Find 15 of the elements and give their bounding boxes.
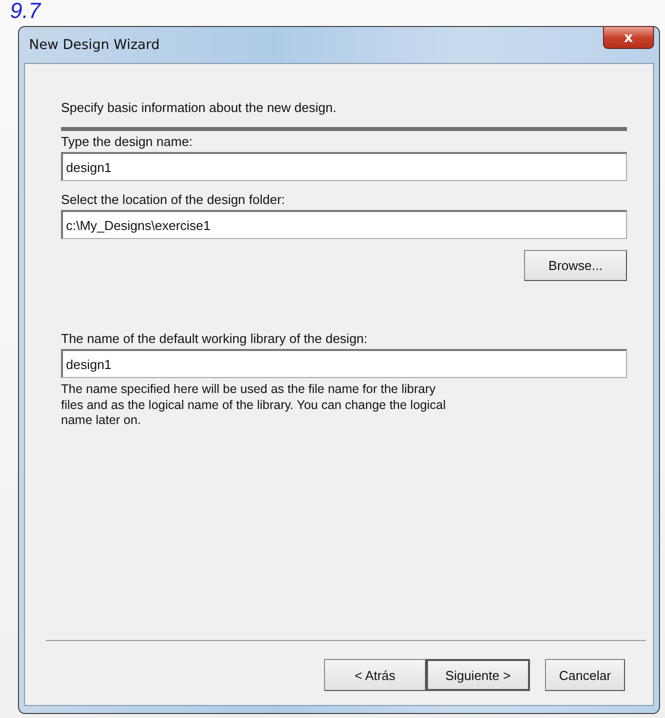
input-field[interactable]: c:\My_Designs\exercise1	[61, 210, 627, 239]
input-field[interactable]: design1	[61, 349, 627, 378]
version-text: 9.7	[10, 0, 41, 22]
input-field[interactable]: design1	[61, 152, 627, 181]
browse-button[interactable]: Browse...	[524, 250, 627, 281]
close-button[interactable]: x	[603, 26, 654, 49]
window-title: New Design Wizard	[28, 37, 160, 53]
field-label: Type the design name:	[61, 134, 194, 149]
wizard-button[interactable]: Siguiente >	[426, 659, 530, 691]
wizard-button[interactable]: < Atrás	[324, 659, 426, 691]
help-text: The name specified here will be used as the file name for the library files and as the logical name of the library. You can change the logical name later on.	[61, 382, 446, 429]
wizard-button[interactable]: Cancelar	[545, 659, 625, 691]
field-label: Select the location of the design folder:	[61, 192, 286, 207]
intro-text: Specify basic information about the new design.	[61, 100, 338, 115]
field-label: The name of the default working library of the design:	[61, 331, 368, 346]
